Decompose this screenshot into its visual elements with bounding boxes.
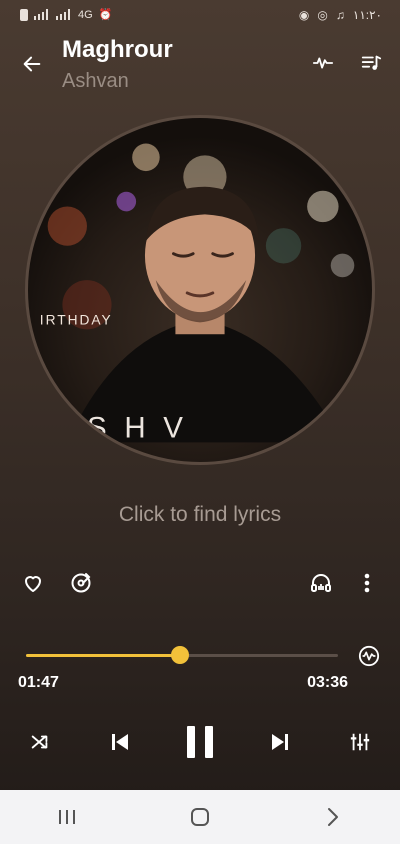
album-art-text-bottom: SHV (87, 411, 201, 444)
skip-next-icon[interactable] (260, 722, 300, 762)
alarm-icon: ⏰ (98, 9, 113, 21)
battery-icon (20, 8, 28, 21)
album-art-text-top: IRTHDAY (40, 312, 113, 327)
heart-icon[interactable] (20, 570, 46, 596)
clock: ۱۱:۲۰ (352, 8, 382, 22)
nav-back-icon[interactable] (303, 797, 363, 837)
playlist-icon[interactable] (358, 50, 384, 76)
song-title: Maghrour (62, 36, 173, 63)
headphones-icon[interactable] (308, 570, 334, 596)
action-row (0, 570, 400, 604)
back-arrow-icon[interactable] (18, 50, 46, 78)
action-left (20, 570, 94, 596)
pause-icon[interactable] (180, 722, 220, 762)
network-type: 4G (78, 8, 93, 21)
status-left: 4G ⏰ (20, 8, 112, 21)
playback-controls (0, 722, 400, 762)
waveform-icon[interactable] (310, 50, 336, 76)
signal-icon-2 (56, 9, 72, 20)
status-app-icon: ◉ (298, 8, 310, 22)
music-note-icon: ♫ (335, 8, 345, 22)
album-art[interactable]: IRTHDAY SHV (25, 115, 375, 465)
progress-bar[interactable] (26, 645, 338, 665)
shuffle-icon[interactable] (20, 722, 60, 762)
total-time: 03:36 (307, 674, 348, 691)
find-lyrics-link[interactable]: Click to find lyrics (0, 503, 400, 527)
skip-previous-icon[interactable] (100, 722, 140, 762)
status-app-icon-2: ◎ (317, 8, 328, 22)
top-bar: Maghrour Ashvan (0, 32, 400, 102)
system-nav-bar (0, 790, 400, 844)
action-right (308, 570, 380, 596)
album-art-photo: IRTHDAY SHV (40, 143, 355, 444)
top-actions (310, 50, 384, 76)
visualizer-icon[interactable] (358, 645, 380, 672)
recent-apps-icon[interactable] (37, 797, 97, 837)
status-bar: 4G ⏰ ◉ ◎ ♫ ۱۱:۲۰ (0, 0, 400, 32)
progress-fill (26, 654, 181, 657)
status-right: ◉ ◎ ♫ ۱۱:۲۰ (299, 8, 382, 22)
home-icon[interactable] (170, 797, 230, 837)
artist-name[interactable]: Ashvan (62, 70, 173, 93)
progress-knob[interactable] (171, 646, 190, 664)
signal-icon (34, 9, 50, 20)
more-vertical-icon[interactable] (354, 570, 380, 596)
song-titles: Maghrour Ashvan (62, 36, 173, 93)
disc-edit-icon[interactable] (68, 570, 94, 596)
current-time: 01:47 (18, 674, 59, 691)
equalizer-icon[interactable] (340, 722, 380, 762)
